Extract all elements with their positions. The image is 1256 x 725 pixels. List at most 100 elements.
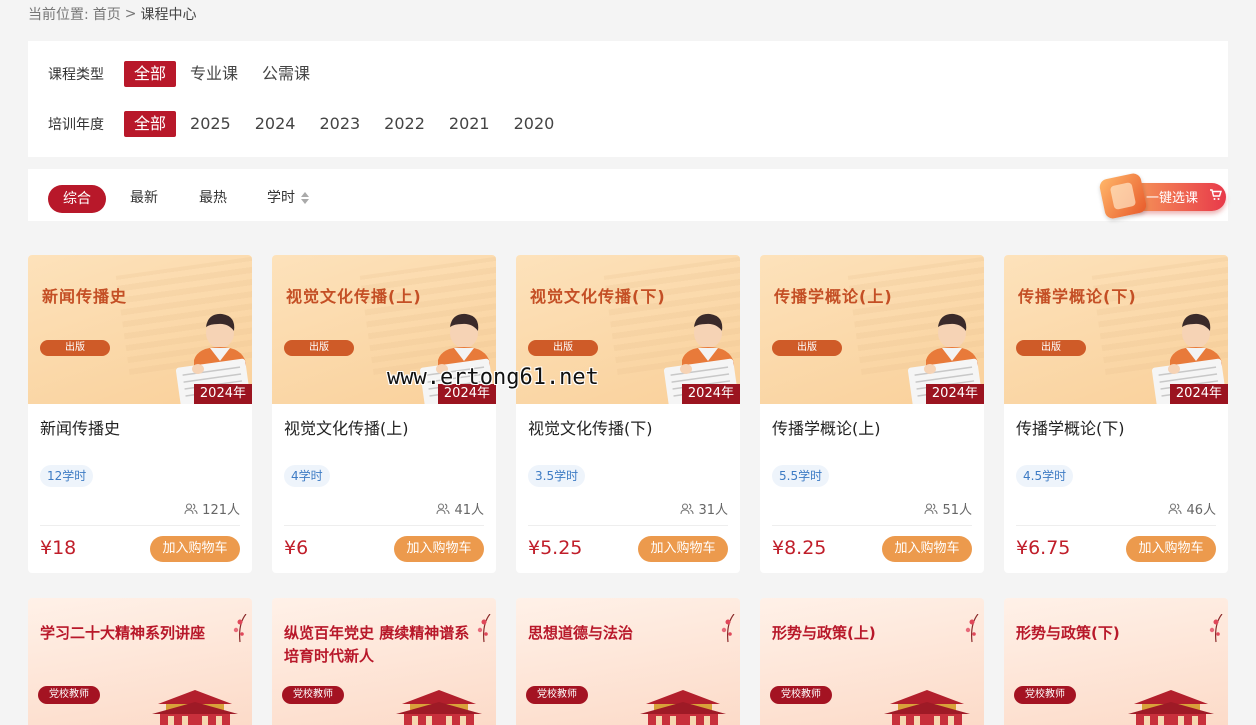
- plum-blossom-icon: [233, 614, 247, 643]
- course-name[interactable]: 传播学概论(下): [1016, 415, 1125, 439]
- gift-badge-icon: [1098, 172, 1148, 220]
- type-chip-professional[interactable]: 专业课: [180, 61, 248, 87]
- course-price: ¥6.75: [1016, 537, 1071, 559]
- sort-hottest[interactable]: 最热: [199, 184, 227, 212]
- enrollment-count: 41人: [436, 499, 484, 518]
- course-name[interactable]: 视觉文化传播(下): [528, 415, 653, 439]
- course-hours-badge: 3.5学时: [528, 465, 586, 487]
- year-badge: 2024年: [193, 384, 252, 404]
- course-card[interactable]: 传播学概论(下) 出版 2024年 传播学概论(下) 4.5学时 46人 ¥6.…: [1004, 255, 1228, 573]
- users-icon: [1168, 502, 1183, 514]
- course-card[interactable]: 传播学概论(上) 出版 2024年 传播学概论(上) 5.5学时 51人 ¥8.…: [760, 255, 984, 573]
- thumbnail-tag: 出版: [284, 340, 354, 356]
- course-hours-badge: 12学时: [40, 465, 94, 487]
- card-divider: [284, 525, 484, 526]
- training-year-label: 培训年度: [48, 117, 104, 133]
- one-click-label: 一键选课: [1146, 191, 1199, 206]
- building-illustration-icon: [152, 690, 238, 725]
- enrollment-count: 51人: [924, 499, 972, 518]
- teacher-tag: 党校教师: [1014, 686, 1076, 704]
- add-to-cart-button[interactable]: 加入购物车: [394, 536, 484, 562]
- teacher-tag: 党校教师: [526, 686, 588, 704]
- course-name[interactable]: 视觉文化传播(上): [284, 415, 409, 439]
- users-icon: [924, 502, 939, 514]
- sort-comprehensive[interactable]: 综合: [48, 185, 106, 213]
- users-icon: [436, 502, 451, 514]
- thumbnail-title: 传播学概论(上): [774, 287, 893, 306]
- course-card[interactable]: 形势与政策(下) 党校教师: [1004, 598, 1228, 725]
- year-chip-2020[interactable]: 2020: [504, 111, 565, 137]
- watermark-text: www.ertong61.net: [387, 365, 599, 390]
- enrollment-count-text: 46人: [1186, 503, 1216, 518]
- type-chip-public[interactable]: 公需课: [252, 61, 320, 87]
- course-card[interactable]: 视觉文化传播(上) 出版 2024年 视觉文化传播(上) 4学时 41人 ¥6 …: [272, 255, 496, 573]
- building-illustration-icon: [884, 690, 970, 725]
- plum-blossom-icon: [721, 614, 735, 643]
- course-card[interactable]: 视觉文化传播(下) 出版 2024年 视觉文化传播(下) 3.5学时 31人 ¥…: [516, 255, 740, 573]
- course-hours-badge: 5.5学时: [772, 465, 830, 487]
- year-chip-2021[interactable]: 2021: [439, 111, 500, 137]
- enrollment-count: 31人: [680, 499, 728, 518]
- breadcrumb-home-link[interactable]: 首页: [93, 4, 121, 24]
- breadcrumb: 当前位置: 首页 > 课程中心: [28, 4, 196, 24]
- thumbnail-title: 形势与政策(上): [772, 624, 876, 642]
- thumbnail-title: 学习二十大精神系列讲座: [40, 624, 206, 642]
- course-card[interactable]: 思想道德与法治 党校教师: [516, 598, 740, 725]
- course-name[interactable]: 传播学概论(上): [772, 415, 881, 439]
- add-to-cart-button[interactable]: 加入购物车: [150, 536, 240, 562]
- year-chip-all[interactable]: 全部: [124, 111, 177, 137]
- breadcrumb-prefix: 当前位置:: [28, 7, 89, 23]
- teacher-tag: 党校教师: [282, 686, 344, 704]
- course-price: ¥18: [40, 537, 77, 559]
- users-icon: [184, 502, 198, 514]
- add-to-cart-button[interactable]: 加入购物车: [882, 536, 972, 562]
- thumbnail-title: 形势与政策(下): [1016, 624, 1120, 642]
- building-illustration-icon: [396, 690, 482, 725]
- course-card[interactable]: 形势与政策(上) 党校教师: [760, 598, 984, 725]
- thumbnail-title: 纵览百年党史 赓续精神谱系 培育时代新人: [284, 624, 470, 665]
- filter-panel: 课程类型 全部 专业课 公需课 培训年度 全部 2025 2024 2023 2…: [28, 41, 1228, 157]
- course-thumbnail[interactable]: 传播学概论(下) 出版 2024年: [1004, 255, 1228, 404]
- course-price: ¥8.25: [772, 537, 827, 559]
- type-chip-all[interactable]: 全部: [124, 61, 177, 87]
- year-chip-2023[interactable]: 2023: [309, 111, 370, 137]
- building-illustration-icon: [640, 690, 726, 725]
- thumbnail-tag: 出版: [772, 340, 842, 356]
- course-type-label: 课程类型: [48, 67, 104, 83]
- card-divider: [40, 525, 240, 526]
- enrollment-count: 46人: [1168, 499, 1216, 518]
- sort-arrows-icon: [301, 192, 309, 204]
- one-click-select-button[interactable]: 一键选课: [1098, 172, 1228, 220]
- sort-newest[interactable]: 最新: [130, 184, 158, 212]
- enrollment-count-text: 51人: [942, 503, 972, 518]
- year-chip-2024[interactable]: 2024: [245, 111, 306, 137]
- users-icon: [680, 502, 695, 514]
- enrollment-count: 121人: [184, 499, 240, 518]
- course-thumbnail[interactable]: 传播学概论(上) 出版 2024年: [760, 255, 984, 404]
- course-card[interactable]: 学习二十大精神系列讲座 党校教师: [28, 598, 252, 725]
- enrollment-count-text: 41人: [454, 503, 484, 518]
- course-price: ¥5.25: [528, 537, 583, 559]
- course-card[interactable]: 纵览百年党史 赓续精神谱系 培育时代新人 党校教师: [272, 598, 496, 725]
- plum-blossom-icon: [965, 614, 979, 643]
- teacher-tag: 党校教师: [770, 686, 832, 704]
- year-chip-2022[interactable]: 2022: [374, 111, 435, 137]
- add-to-cart-button[interactable]: 加入购物车: [638, 536, 728, 562]
- course-thumbnail[interactable]: 新闻传播史 出版 2024年: [28, 255, 252, 404]
- thumbnail-tag: 出版: [528, 340, 598, 356]
- sort-hours[interactable]: 学时: [267, 184, 309, 212]
- year-badge: 2024年: [925, 384, 984, 404]
- year-chip-2025[interactable]: 2025: [180, 111, 241, 137]
- course-card[interactable]: 新闻传播史 出版 2024年 新闻传播史 12学时 121人 ¥18 加入购物车: [28, 255, 252, 573]
- plum-blossom-icon: [1209, 614, 1223, 643]
- card-divider: [1016, 525, 1216, 526]
- training-year-filter: 培训年度 全部 2025 2024 2023 2022 2021 2020: [48, 111, 568, 137]
- thumbnail-title: 思想道德与法治: [528, 624, 634, 642]
- sort-bar: 综合 最新 最热 学时: [28, 169, 1228, 221]
- course-name[interactable]: 新闻传播史: [40, 415, 120, 439]
- add-to-cart-button[interactable]: 加入购物车: [1126, 536, 1216, 562]
- cart-icon: [1210, 189, 1222, 200]
- enrollment-count-text: 31人: [698, 503, 728, 518]
- sort-hours-label: 学时: [267, 190, 295, 206]
- course-hours-badge: 4学时: [284, 465, 330, 487]
